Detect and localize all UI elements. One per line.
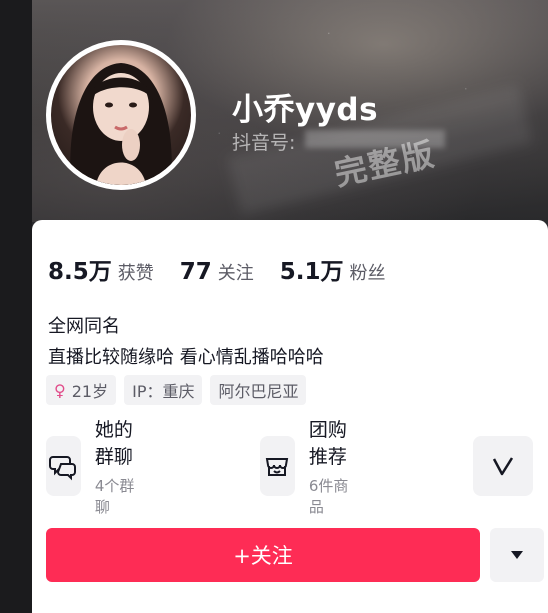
group-chat-card[interactable]: 她的群聊 4个群聊: [46, 419, 139, 516]
likes-label[interactable]: 获赞: [118, 259, 154, 285]
group-chat-count: 4个群聊: [94, 477, 135, 516]
group-buy-count: 6件商品: [308, 477, 349, 516]
group-buy-title: 团购推荐: [308, 419, 347, 468]
ip-tag: IP：重庆: [124, 375, 203, 405]
following-label[interactable]: 关注: [218, 259, 254, 285]
bio-line-2: 直播比较随缘哈 看心情乱播哈哈哈: [48, 347, 324, 368]
username: 小乔yyds: [232, 92, 379, 128]
bio-line-1: 全网同名: [48, 316, 120, 337]
left-edge-strip: [0, 0, 32, 613]
group-buy-card[interactable]: 团购推荐 6件商品: [260, 419, 353, 516]
location-text: 阿尔巴尼亚: [218, 382, 299, 401]
followers-count[interactable]: 5.1万: [280, 252, 344, 286]
video-app-card[interactable]: [473, 436, 533, 496]
caret-down-icon: [511, 551, 523, 559]
shop-icon: [260, 436, 295, 496]
profile-stats: 8.5万 获赞 77 关注 5.1万 粉丝: [48, 252, 412, 286]
age-tag: ♀ 21岁: [46, 375, 117, 405]
female-gender-icon: ♀: [54, 380, 66, 400]
likes-count[interactable]: 8.5万: [48, 252, 112, 286]
avatar[interactable]: [51, 45, 191, 185]
more-options-button[interactable]: [490, 528, 544, 582]
chat-bubble-icon: [46, 436, 81, 496]
ip-text: IP：重庆: [132, 382, 195, 401]
profile-tags: ♀ 21岁 IP：重庆 阿尔巴尼亚: [46, 375, 307, 405]
v-logo-icon: [473, 436, 533, 496]
group-chat-title: 她的群聊: [94, 419, 133, 468]
location-tag: 阿尔巴尼亚: [210, 375, 307, 405]
followers-label[interactable]: 粉丝: [350, 259, 386, 285]
age-text: 21岁: [71, 382, 109, 401]
follow-button[interactable]: +关注: [46, 528, 480, 582]
following-count[interactable]: 77: [180, 259, 212, 285]
